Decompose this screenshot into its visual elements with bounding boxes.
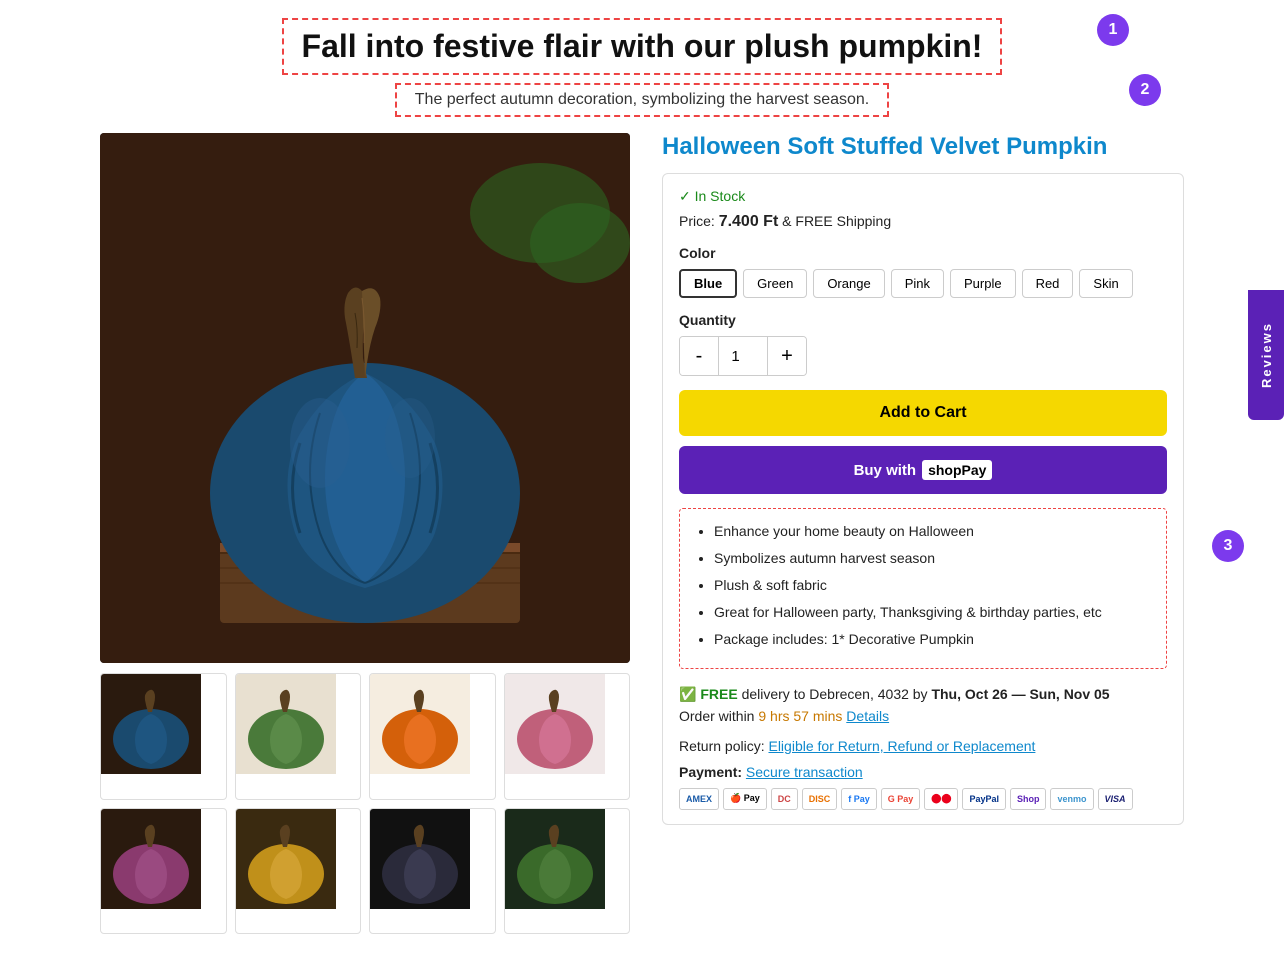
delivery-text: delivery to Debrecen, 4032 by bbox=[742, 686, 928, 702]
payment-diners: DC bbox=[771, 788, 798, 810]
quantity-minus-button[interactable]: - bbox=[680, 337, 718, 375]
shop-pay-logo: shopPay bbox=[922, 460, 992, 480]
main-content: Halloween Soft Stuffed Velvet Pumpkin ✓ … bbox=[0, 123, 1284, 954]
thumbnail-grid bbox=[100, 673, 630, 934]
annotation-badge-1: 1 bbox=[1097, 14, 1129, 46]
return-policy-link[interactable]: Eligible for Return, Refund or Replaceme… bbox=[768, 738, 1035, 754]
feature-1: Enhance your home beauty on Halloween bbox=[714, 521, 1150, 542]
color-btn-pink[interactable]: Pink bbox=[891, 269, 944, 298]
annotation-badge-2: 2 bbox=[1129, 74, 1161, 106]
payment-label: Payment: bbox=[679, 764, 742, 780]
features-list: Enhance your home beauty on Halloween Sy… bbox=[696, 521, 1150, 650]
payment-discover: DISC bbox=[802, 788, 838, 810]
payment-meta: f Pay bbox=[841, 788, 877, 810]
features-box: Enhance your home beauty on Halloween Sy… bbox=[679, 508, 1167, 669]
quantity-control: - + bbox=[679, 336, 807, 376]
feature-4: Great for Halloween party, Thanksgiving … bbox=[714, 602, 1150, 623]
thumbnail-8[interactable] bbox=[504, 808, 631, 935]
color-buttons: Blue Green Orange Pink Purple Red Skin bbox=[679, 269, 1167, 298]
thumbnail-1[interactable] bbox=[100, 673, 227, 800]
main-product-image bbox=[100, 133, 630, 663]
thumbnail-7[interactable] bbox=[369, 808, 496, 935]
annotation-badge-3: 3 bbox=[1212, 530, 1244, 562]
quantity-label: Quantity bbox=[679, 312, 1167, 328]
return-policy: Return policy: Eligible for Return, Refu… bbox=[679, 738, 1167, 754]
payment-mastercard: ⬤⬤ bbox=[924, 788, 958, 810]
feature-2: Symbolizes autumn harvest season bbox=[714, 548, 1150, 569]
payment-amex: AMEX bbox=[679, 788, 719, 810]
check-icon: ✅ bbox=[679, 686, 696, 702]
payment-venmo: venmo bbox=[1050, 788, 1093, 810]
delivery-box: ✅ FREE delivery to Debrecen, 4032 by Thu… bbox=[679, 683, 1167, 728]
quantity-plus-button[interactable]: + bbox=[768, 337, 806, 375]
price-label: Price: bbox=[679, 213, 715, 229]
feature-3: Plush & soft fabric bbox=[714, 575, 1150, 596]
secure-transaction-link[interactable]: Secure transaction bbox=[746, 764, 863, 780]
top-banner: Fall into festive flair with our plush p… bbox=[0, 0, 1284, 123]
price-value: 7.400 Ft bbox=[719, 213, 779, 230]
color-btn-purple[interactable]: Purple bbox=[950, 269, 1016, 298]
color-btn-blue[interactable]: Blue bbox=[679, 269, 737, 298]
payment-visa: VISA bbox=[1098, 788, 1133, 810]
color-btn-red[interactable]: Red bbox=[1022, 269, 1074, 298]
reviews-tab[interactable]: Reviews bbox=[1248, 290, 1284, 420]
color-btn-green[interactable]: Green bbox=[743, 269, 807, 298]
price-line: Price: 7.400 Ft & FREE Shipping bbox=[679, 213, 1167, 231]
left-column bbox=[100, 133, 630, 934]
payment-paypal: PayPal bbox=[962, 788, 1006, 810]
product-info-box: ✓ In Stock Price: 7.400 Ft & FREE Shippi… bbox=[662, 173, 1184, 825]
quantity-section: Quantity - + bbox=[679, 312, 1167, 376]
order-within-label: Order within bbox=[679, 708, 754, 724]
payment-applepay: 🍎 Pay bbox=[723, 788, 767, 810]
delivery-dates: Thu, Oct 26 — Sun, Nov 05 bbox=[931, 686, 1109, 702]
payment-row: Payment: Secure transaction bbox=[679, 764, 1167, 780]
quantity-input[interactable] bbox=[718, 337, 768, 375]
free-shipping-label: & FREE Shipping bbox=[782, 213, 891, 229]
color-label: Color bbox=[679, 245, 1167, 261]
details-link[interactable]: Details bbox=[846, 708, 889, 724]
order-within-time: 9 hrs 57 mins bbox=[758, 708, 842, 724]
return-policy-label: Return policy: bbox=[679, 738, 765, 754]
product-title: Halloween Soft Stuffed Velvet Pumpkin bbox=[662, 133, 1184, 161]
payment-shop: Shop bbox=[1010, 788, 1047, 810]
buy-now-button[interactable]: Buy with shopPay bbox=[679, 446, 1167, 494]
color-section: Color Blue Green Orange Pink Purple Red … bbox=[679, 245, 1167, 298]
in-stock-status: ✓ In Stock bbox=[679, 188, 1167, 205]
thumbnail-5[interactable] bbox=[100, 808, 227, 935]
payment-icons: AMEX 🍎 Pay DC DISC f Pay G Pay ⬤⬤ PayPal… bbox=[679, 788, 1167, 810]
right-column: Halloween Soft Stuffed Velvet Pumpkin ✓ … bbox=[662, 133, 1184, 934]
thumbnail-4[interactable] bbox=[504, 673, 631, 800]
add-to-cart-button[interactable]: Add to Cart bbox=[679, 390, 1167, 436]
banner-subheading: The perfect autumn decoration, symbolizi… bbox=[395, 83, 889, 117]
thumbnail-6[interactable] bbox=[235, 808, 362, 935]
color-btn-orange[interactable]: Orange bbox=[813, 269, 884, 298]
payment-googlepay: G Pay bbox=[881, 788, 921, 810]
buy-now-label: Buy with bbox=[854, 462, 917, 479]
thumbnail-3[interactable] bbox=[369, 673, 496, 800]
feature-5: Package includes: 1* Decorative Pumpkin bbox=[714, 629, 1150, 650]
banner-heading: Fall into festive flair with our plush p… bbox=[282, 18, 1003, 75]
delivery-free-label: FREE bbox=[700, 686, 737, 702]
color-btn-skin[interactable]: Skin bbox=[1079, 269, 1132, 298]
reviews-tab-label: Reviews bbox=[1259, 322, 1274, 388]
thumbnail-2[interactable] bbox=[235, 673, 362, 800]
